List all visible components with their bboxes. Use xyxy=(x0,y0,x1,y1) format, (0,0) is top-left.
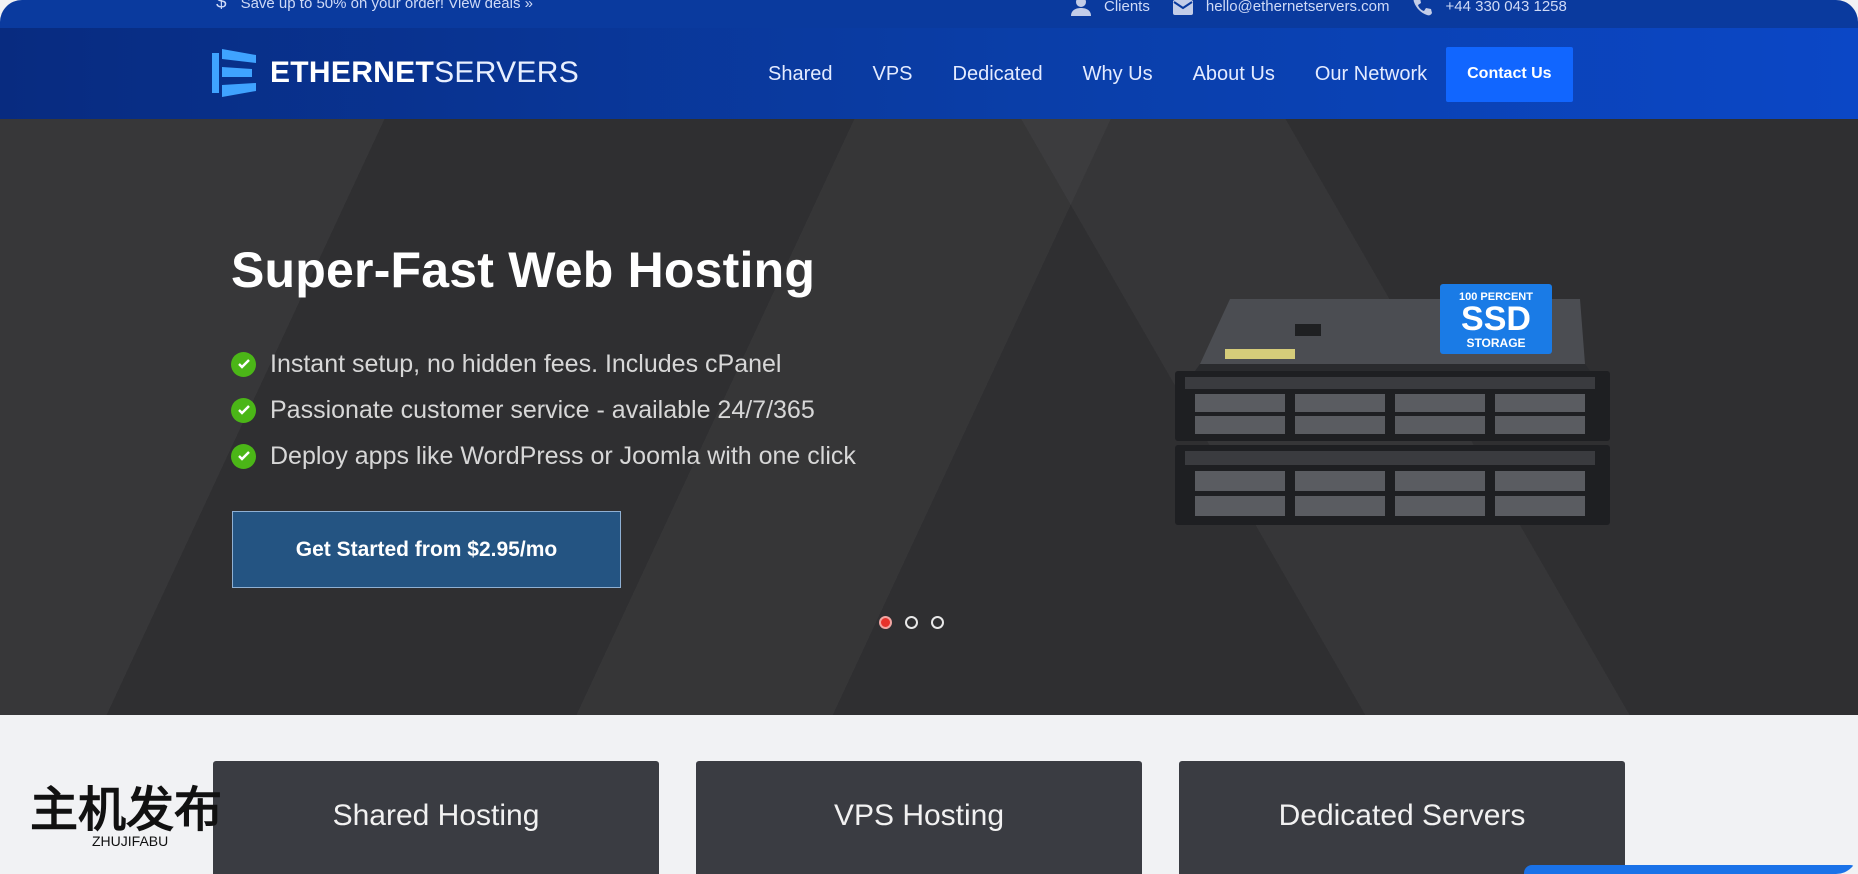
phone-link[interactable]: +44 330 043 1258 xyxy=(1412,0,1567,16)
top-bar-links: Clients hello@ethernetservers.com +44 33… xyxy=(1070,0,1567,16)
site-logo[interactable]: ETHERNETSERVERS xyxy=(212,47,579,99)
logo-mark-icon xyxy=(212,49,256,97)
slider-dot[interactable] xyxy=(931,616,944,629)
card-title: VPS Hosting xyxy=(833,799,1005,832)
page: $ Save up to 50% on your order! View dea… xyxy=(0,0,1858,874)
slider-dots xyxy=(879,616,944,629)
watermark-latin: ZHUJIFABU xyxy=(92,833,168,849)
slider-dot[interactable] xyxy=(905,616,918,629)
watermark-logo: 主机发布 ZHUJIFABU xyxy=(30,782,222,849)
card-title: Dedicated Servers xyxy=(1278,799,1526,832)
chat-widget-bar[interactable] xyxy=(1524,865,1858,874)
feature-item: Instant setup, no hidden fees. Includes … xyxy=(231,341,856,387)
nav-why-us[interactable]: Why Us xyxy=(1083,63,1153,86)
card-dedicated-servers[interactable]: Dedicated Servers xyxy=(1179,761,1625,874)
feature-text: Passionate customer service - available … xyxy=(270,395,815,424)
server-unit xyxy=(1175,371,1610,441)
logo-wordmark-light: SERVERS xyxy=(434,56,580,89)
server-unit xyxy=(1175,445,1610,525)
nav-our-network[interactable]: Our Network xyxy=(1315,63,1427,86)
main-nav: Shared VPS Dedicated Why Us About Us Our… xyxy=(768,46,1613,102)
feature-text: Instant setup, no hidden fees. Includes … xyxy=(270,349,782,378)
hero-title: Super-Fast Web Hosting xyxy=(231,242,816,298)
slider-dot[interactable] xyxy=(879,616,892,629)
badge-line2: SSD xyxy=(1461,300,1531,338)
email-link[interactable]: hello@ethernetservers.com xyxy=(1172,0,1390,16)
phone-number[interactable]: +44 330 043 1258 xyxy=(1446,0,1567,15)
card-shared-hosting[interactable]: Shared Hosting xyxy=(213,761,659,874)
nav-shared[interactable]: Shared xyxy=(768,63,833,86)
check-circle-icon xyxy=(231,397,256,423)
check-circle-icon xyxy=(231,351,256,377)
nav-vps[interactable]: VPS xyxy=(873,63,913,86)
get-started-button[interactable]: Get Started from $2.95/mo xyxy=(232,511,621,588)
dollar-icon: $ xyxy=(216,0,227,13)
feature-list: Instant setup, no hidden fees. Includes … xyxy=(231,341,856,479)
mail-icon xyxy=(1172,0,1193,15)
service-cards: Shared Hosting VPS Hosting Dedicated Ser… xyxy=(213,761,1625,874)
card-vps-hosting[interactable]: VPS Hosting xyxy=(696,761,1142,874)
badge-line3: STORAGE xyxy=(1466,336,1525,350)
feature-item: Deploy apps like WordPress or Joomla wit… xyxy=(231,433,856,479)
watermark-cn: 主机发布 xyxy=(30,782,222,838)
check-circle-icon xyxy=(231,443,256,469)
logo-wordmark: ETHERNETSERVERS xyxy=(270,56,579,90)
logo-wordmark-bold: ETHERNET xyxy=(270,56,435,89)
clients-link[interactable]: Clients xyxy=(1070,0,1150,16)
card-title: Shared Hosting xyxy=(332,799,540,832)
nav-dedicated[interactable]: Dedicated xyxy=(953,63,1043,86)
feature-item: Passionate customer service - available … xyxy=(231,387,856,433)
deal-banner[interactable]: $ Save up to 50% on your order! View dea… xyxy=(216,0,533,12)
phone-icon xyxy=(1413,0,1432,16)
top-bar: $ Save up to 50% on your order! View dea… xyxy=(0,0,1858,28)
contact-us-button[interactable]: Contact Us xyxy=(1446,46,1573,102)
nav-about-us[interactable]: About Us xyxy=(1193,63,1275,86)
ssd-badge: 100 PERCENT SSD STORAGE xyxy=(1440,284,1552,354)
site-header: ETHERNETSERVERS Shared VPS Dedicated Why… xyxy=(0,28,1858,119)
hero-slider: Super-Fast Web Hosting Instant setup, no… xyxy=(0,119,1858,715)
email-address[interactable]: hello@ethernetservers.com xyxy=(1206,0,1390,15)
user-icon xyxy=(1071,0,1091,16)
clients-label[interactable]: Clients xyxy=(1104,0,1150,15)
deal-text[interactable]: Save up to 50% on your order! View deals… xyxy=(241,0,533,12)
feature-text: Deploy apps like WordPress or Joomla wit… xyxy=(270,441,856,470)
